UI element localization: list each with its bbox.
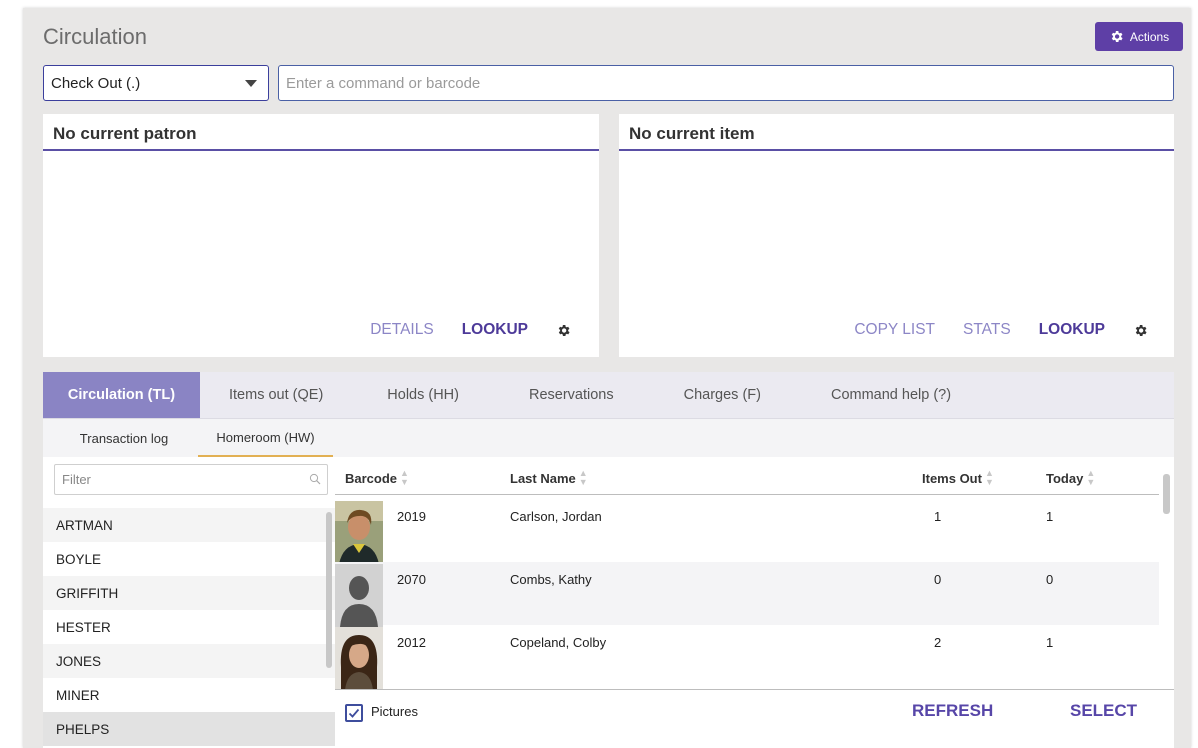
grid-scrollbar-thumb[interactable] xyxy=(1163,474,1170,514)
refresh-button[interactable]: REFRESH xyxy=(912,701,993,721)
grid-footer: Pictures REFRESH SELECT xyxy=(335,689,1174,738)
tab-circulation[interactable]: Circulation (TL) xyxy=(43,372,200,418)
cell-today: 1 xyxy=(1046,635,1054,650)
homeroom-item[interactable]: BOYLE xyxy=(43,542,335,576)
homeroom-filter xyxy=(54,464,328,495)
cell-last-name: Carlson, Jordan xyxy=(510,509,602,524)
cell-last-name: Copeland, Colby xyxy=(510,635,607,650)
table-row[interactable]: 2070 Combs, Kathy 0 0 xyxy=(335,562,1159,627)
patron-panel: No current patron DETAILS LOOKUP xyxy=(43,114,599,357)
column-header-label: Last Name xyxy=(510,470,576,486)
patron-grid: Barcode ▲ ▼ Last Name ▲ ▼ Items Out ▲ ▼ Tod… xyxy=(335,457,1174,748)
homeroom-item[interactable]: GRIFFITH xyxy=(43,576,335,610)
sort-icon: ▲ ▼ xyxy=(1086,468,1096,487)
mode-select-value: Check Out (.) xyxy=(51,74,141,92)
column-header-label: Items Out xyxy=(922,470,982,486)
grid-scrollbar[interactable] xyxy=(1159,457,1174,690)
tab-charges[interactable]: Charges (F) xyxy=(649,372,796,418)
copy-list-link[interactable]: COPY LIST xyxy=(854,321,935,339)
homeroom-item[interactable]: MINER xyxy=(43,678,335,712)
column-header-label: Barcode xyxy=(345,470,398,486)
tab-items-out[interactable]: Items out (QE) xyxy=(200,372,352,418)
student-photo-girl-icon xyxy=(335,627,383,690)
homeroom-item[interactable]: ARTMAN xyxy=(43,508,335,542)
student-photo xyxy=(335,564,383,627)
circulation-tabs-area: Circulation (TL) Items out (QE) Holds (H… xyxy=(43,372,1174,748)
cell-barcode: 2070 xyxy=(397,572,426,587)
cell-items-out: 0 xyxy=(934,572,942,587)
mode-select[interactable]: Check Out (.) xyxy=(43,65,269,101)
pictures-checkbox[interactable] xyxy=(345,704,363,722)
item-lookup-link[interactable]: LOOKUP xyxy=(1039,321,1105,339)
tab-command-help[interactable]: Command help (?) xyxy=(796,372,986,418)
stats-link[interactable]: STATS xyxy=(963,321,1011,339)
cell-barcode: 2019 xyxy=(397,509,426,524)
item-panel-actions: COPY LIST STATS LOOKUP xyxy=(854,319,1174,341)
homeroom-item[interactable]: JONES xyxy=(43,644,335,678)
patron-details-link[interactable]: DETAILS xyxy=(370,321,433,339)
chevron-down-icon xyxy=(245,80,257,87)
checkmark-icon xyxy=(348,708,360,718)
column-header-items-out[interactable]: Items Out ▲ ▼ xyxy=(922,469,994,487)
patron-panel-title: No current patron xyxy=(43,114,599,151)
homeroom-item[interactable]: HESTER xyxy=(43,610,335,644)
filter-input[interactable] xyxy=(55,465,295,494)
subtab-homeroom[interactable]: Homeroom (HW) xyxy=(198,419,333,457)
column-header-label: Today xyxy=(1046,470,1084,486)
cell-today: 1 xyxy=(1046,509,1054,524)
page-title: Circulation xyxy=(43,24,147,49)
tab-reservations[interactable]: Reservations xyxy=(494,372,649,418)
sort-icon: ▲ ▼ xyxy=(400,468,409,487)
sort-icon: ▲ ▼ xyxy=(984,468,994,487)
gear-icon xyxy=(1111,31,1123,42)
student-photo-boy-icon xyxy=(335,501,383,564)
command-input[interactable] xyxy=(278,65,1174,101)
person-silhouette-icon xyxy=(335,564,383,627)
subtab-transaction-log[interactable]: Transaction log xyxy=(59,419,189,457)
patron-lookup-link[interactable]: LOOKUP xyxy=(462,321,528,339)
column-header-today[interactable]: Today ▲ ▼ xyxy=(1046,469,1095,487)
student-photo xyxy=(335,501,383,564)
sort-icon: ▲ ▼ xyxy=(578,468,588,487)
select-button[interactable]: SELECT xyxy=(1070,701,1137,721)
table-row[interactable]: 2019 Carlson, Jordan 1 1 xyxy=(335,499,1159,564)
tab-holds[interactable]: Holds (HH) xyxy=(352,372,494,418)
search-icon xyxy=(309,473,321,485)
circulation-page: Circulation Actions Check Out (.) No cur… xyxy=(23,8,1191,748)
homeroom-list: ARTMAN BOYLE GRIFFITH HESTER JONES MINER… xyxy=(43,508,335,748)
actions-button[interactable]: Actions xyxy=(1095,22,1183,51)
item-panel-title: No current item xyxy=(619,114,1174,151)
pictures-label: Pictures xyxy=(371,704,418,719)
item-settings-gear-icon[interactable] xyxy=(1133,323,1148,338)
item-panel: No current item COPY LIST STATS LOOKUP xyxy=(619,114,1174,357)
homeroom-item[interactable]: PHELPS xyxy=(43,712,335,746)
actions-label: Actions xyxy=(1129,29,1170,44)
patron-settings-gear-icon[interactable] xyxy=(556,323,571,338)
cell-last-name: Combs, Kathy xyxy=(510,572,592,587)
cell-today: 0 xyxy=(1046,572,1054,587)
student-photo xyxy=(335,627,383,690)
patron-panel-actions: DETAILS LOOKUP xyxy=(370,319,599,341)
homeroom-list-scrollbar[interactable] xyxy=(326,512,332,668)
main-tabs: Circulation (TL) Items out (QE) Holds (H… xyxy=(43,372,1174,419)
cell-items-out: 2 xyxy=(934,635,942,650)
grid-header: Barcode ▲ ▼ Last Name ▲ ▼ Items Out ▲ ▼ Tod… xyxy=(335,457,1159,495)
column-header-last-name[interactable]: Last Name ▲ ▼ xyxy=(510,469,588,487)
cell-items-out: 1 xyxy=(934,509,942,524)
cell-barcode: 2012 xyxy=(397,635,426,650)
table-row[interactable]: 2012 Copeland, Colby 2 1 xyxy=(335,625,1159,690)
column-header-barcode[interactable]: Barcode ▲ ▼ xyxy=(345,469,409,487)
sub-tabs: Transaction log Homeroom (HW) xyxy=(43,419,1174,457)
